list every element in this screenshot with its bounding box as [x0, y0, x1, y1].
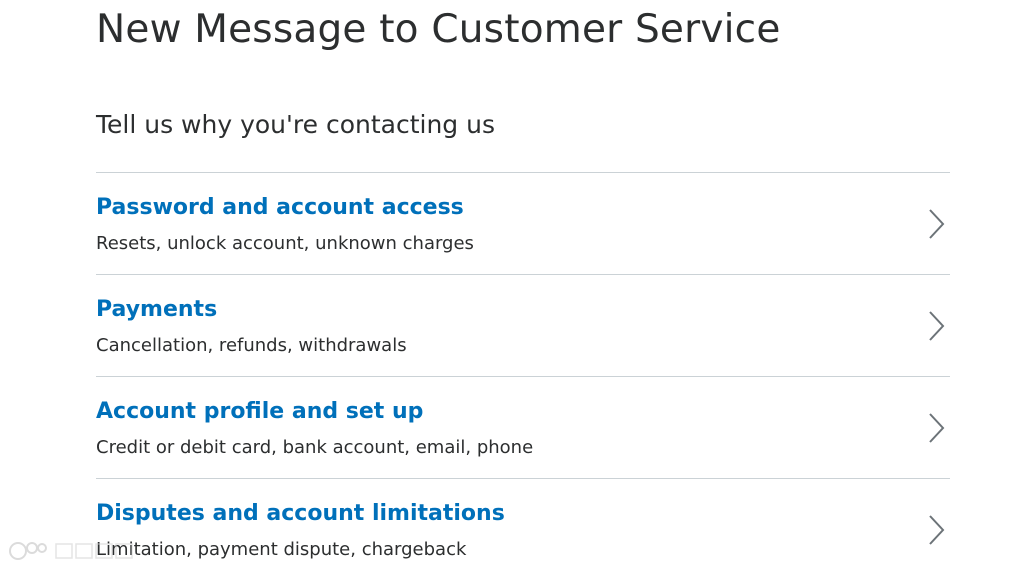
- topic-list: Password and account access Resets, unlo…: [96, 172, 950, 580]
- topic-description: Resets, unlock account, unknown charges: [96, 233, 474, 254]
- topic-item-password-access[interactable]: Password and account access Resets, unlo…: [96, 172, 950, 274]
- contact-reason-prompt: Tell us why you're contacting us: [96, 110, 495, 139]
- chevron-right-icon[interactable]: [926, 514, 946, 546]
- chevron-right-icon[interactable]: [926, 310, 946, 342]
- topic-description: Credit or debit card, bank account, emai…: [96, 437, 534, 458]
- chevron-right-icon[interactable]: [926, 208, 946, 240]
- topic-item-account-profile[interactable]: Account profile and set up Credit or deb…: [96, 376, 950, 478]
- topic-item-disputes[interactable]: Disputes and account limitations Limitat…: [96, 478, 950, 580]
- topic-title[interactable]: Account profile and set up: [96, 396, 423, 428]
- watermark-logo: [6, 538, 136, 564]
- chevron-right-icon[interactable]: [926, 412, 946, 444]
- topic-title[interactable]: Password and account access: [96, 192, 464, 224]
- topic-title[interactable]: Payments: [96, 294, 217, 326]
- page-title: New Message to Customer Service: [96, 7, 781, 52]
- topic-description: Cancellation, refunds, withdrawals: [96, 335, 407, 356]
- topic-description: Limitation, payment dispute, chargeback: [96, 539, 467, 560]
- topic-title[interactable]: Disputes and account limitations: [96, 498, 505, 530]
- topic-item-payments[interactable]: Payments Cancellation, refunds, withdraw…: [96, 274, 950, 376]
